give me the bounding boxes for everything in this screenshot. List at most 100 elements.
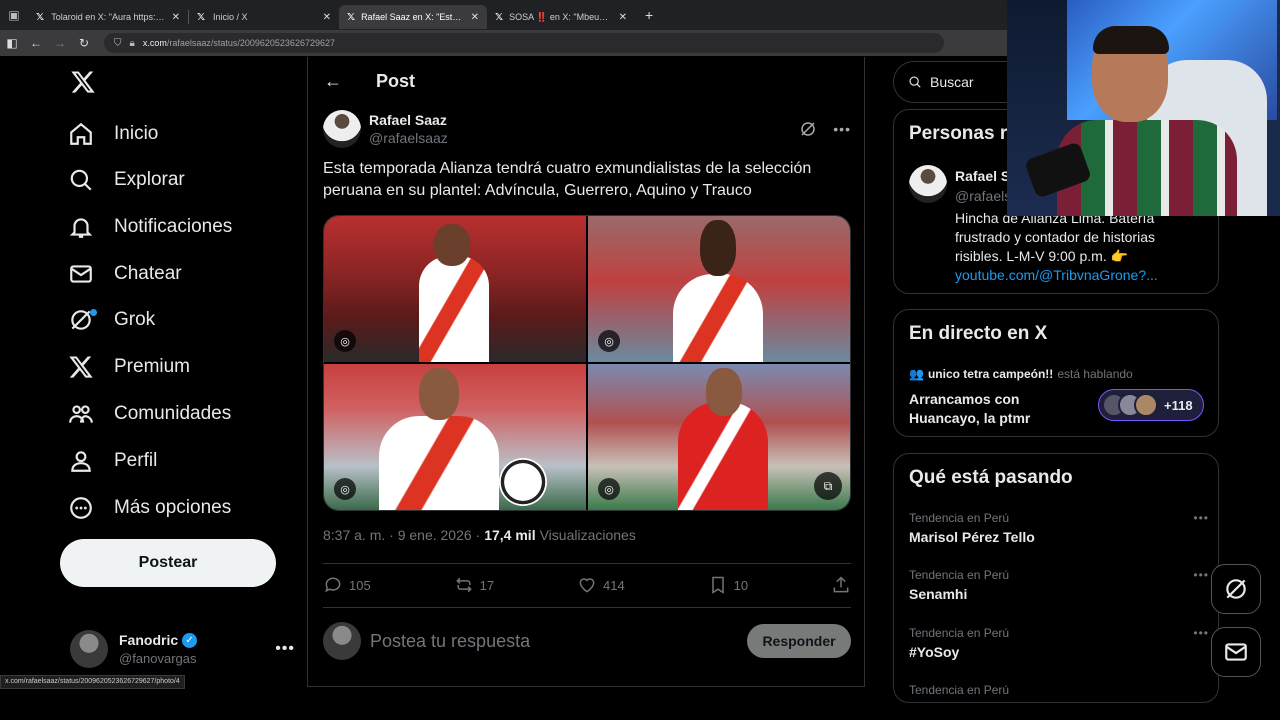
repost-button[interactable]: 17 — [454, 575, 494, 595]
reply-input[interactable]: Postea tu respuesta — [370, 631, 530, 652]
nav-item-perfil[interactable]: Perfil — [66, 441, 157, 481]
post-photo-3[interactable]: ◎ — [324, 364, 586, 510]
more-icon[interactable]: ••• — [1193, 568, 1209, 582]
bookmark-count: 10 — [733, 577, 749, 593]
browser-tab-active[interactable]: 𝕏 Rafael Saaz en X: "Esta tempora ✕ — [339, 5, 487, 29]
trend-item[interactable]: Tendencia en Perú #YoSoy ••• — [909, 626, 1209, 660]
page-title: Post — [376, 70, 416, 91]
grok-floating-button[interactable] — [1211, 564, 1261, 614]
more-icon[interactable]: ••• — [1193, 626, 1209, 640]
related-handle[interactable]: @rafaels — [955, 188, 1011, 204]
heart-icon — [579, 578, 595, 593]
nav-item-inicio[interactable]: Inicio — [66, 114, 158, 154]
trend-context: Tendencia en Perú — [909, 511, 1010, 525]
author-name[interactable]: Rafael Saaz — [369, 112, 448, 128]
reply-submit-button[interactable]: Responder — [747, 624, 851, 658]
close-icon[interactable]: ✕ — [323, 12, 331, 23]
browser-tab[interactable]: 𝕏 Tolaroid en X: "Aura https://t.co ✕ — [28, 5, 188, 29]
repost-icon — [455, 577, 472, 593]
new-tab-icon[interactable]: + — [645, 7, 653, 23]
avatar[interactable] — [909, 165, 947, 203]
post-button[interactable]: Postear — [60, 539, 276, 587]
grok-icon — [1226, 579, 1246, 599]
author-avatar[interactable] — [323, 110, 361, 148]
nav-item-comunidades[interactable]: Comunidades — [66, 394, 231, 434]
post-timestamp[interactable]: 8:37 a. m. · 9 ene. 2026 · — [323, 527, 480, 543]
main-column: ← Post Rafael Saaz @rafaelsaaz ••• Esta … — [307, 57, 865, 687]
alt-text-icon[interactable]: ◎ — [598, 478, 620, 500]
like-button[interactable]: 414 — [577, 575, 625, 595]
space-title: Arrancamos con Huancayo, la ptmr — [909, 391, 1031, 426]
views-label: Visualizaciones — [539, 527, 636, 543]
player-figure — [419, 256, 489, 362]
related-name[interactable]: Rafael S — [955, 168, 1010, 184]
share-icon — [833, 576, 849, 593]
nav-item-premium[interactable]: Premium — [66, 347, 190, 387]
more-icon[interactable]: ••• — [833, 121, 851, 137]
trend-name: #YoSoy — [909, 644, 960, 660]
post-photo-1[interactable]: ◎ — [324, 216, 586, 362]
nav-item-chatear[interactable]: Chatear — [66, 254, 182, 294]
post-text: Esta temporada Alianza tendrá cuatro exm… — [323, 160, 812, 199]
bookmark-button[interactable]: 10 — [708, 575, 748, 595]
close-icon[interactable]: ✕ — [619, 12, 627, 23]
listeners-pill[interactable]: +118 — [1098, 389, 1204, 421]
page-header: ← Post — [308, 57, 864, 105]
nav-item-mas-opciones[interactable]: Más opciones — [66, 488, 231, 528]
alt-text-icon[interactable]: ◎ — [334, 330, 356, 352]
more-icon[interactable]: ••• — [1193, 511, 1209, 525]
forward-icon[interactable]: → — [48, 36, 72, 50]
author-handle[interactable]: @rafaelsaaz — [369, 130, 448, 146]
url-input[interactable]: ⛉ 🔒︎ x.com/rafaelsaaz/status/20096205236… — [104, 33, 944, 53]
messages-floating-button[interactable] — [1211, 627, 1261, 677]
live-spaces-card[interactable]: En directo en X 👥 unico tetra campeón!! … — [893, 309, 1219, 437]
grok-icon — [66, 305, 97, 335]
x-favicon-icon: 𝕏 — [197, 11, 206, 23]
tab-actions-icon[interactable]: ▣ — [0, 0, 28, 30]
nav-item-notificaciones[interactable]: Notificaciones — [66, 207, 232, 247]
trend-item[interactable]: Tendencia en Perú — [909, 683, 1209, 695]
left-sidebar: Inicio Explorar Notificaciones Chatear G… — [0, 57, 307, 720]
back-icon[interactable]: ← — [24, 36, 48, 50]
trend-name: Marisol Pérez Tello — [909, 529, 1035, 545]
more-icon[interactable]: ••• — [275, 640, 295, 658]
post-photo-2[interactable]: ◎ — [588, 216, 850, 362]
post-actions: 105 17 414 10 — [323, 563, 851, 607]
share-button[interactable] — [831, 575, 851, 595]
football — [499, 458, 547, 506]
close-icon[interactable]: ✕ — [471, 12, 479, 23]
trend-item[interactable]: Tendencia en Perú Senamhi ••• — [909, 568, 1209, 602]
reply-count: 105 — [349, 577, 371, 593]
close-icon[interactable]: ✕ — [172, 12, 180, 23]
listener-count: +118 — [1164, 397, 1193, 413]
trend-item[interactable]: Tendencia en Perú Marisol Pérez Tello ••… — [909, 511, 1209, 545]
card-title: En directo en X — [909, 323, 1048, 344]
edit-image-icon[interactable]: ⧉ — [814, 472, 842, 500]
trend-name: Senamhi — [909, 586, 968, 602]
browser-tab[interactable]: 𝕏 Inicio / X ✕ — [189, 5, 339, 29]
more-circle-icon — [66, 493, 96, 523]
alt-text-icon[interactable]: ◎ — [598, 330, 620, 352]
repost-count: 17 — [479, 577, 495, 593]
back-arrow-icon[interactable]: ← — [324, 71, 346, 92]
bio-link[interactable]: youtube.com/@TribvnaGrone?... — [955, 267, 1158, 283]
x-favicon-icon: 𝕏 — [347, 11, 356, 23]
account-switcher[interactable]: Fanodric ✓ @fanovargas ••• — [70, 627, 295, 671]
tab-title: Rafael Saaz en X: "Esta tempora — [361, 12, 465, 22]
player-head — [419, 368, 459, 420]
reload-icon[interactable]: ↻ — [72, 36, 96, 50]
nav-label: Explorar — [114, 169, 185, 190]
post-photo-4[interactable]: ◎ ⧉ — [588, 364, 850, 510]
nav-item-grok[interactable]: Grok — [66, 300, 155, 340]
card-title: Qué está pasando — [909, 467, 1073, 488]
browser-tab[interactable]: 𝕏 SOSA ‼️ en X: "Mbeumo https: ✕ — [487, 5, 635, 29]
site-settings-icon[interactable]: ⛉ — [114, 38, 122, 49]
x-logo-icon[interactable] — [70, 69, 98, 97]
reply-button[interactable]: 105 — [323, 575, 371, 595]
sidebar-toggle-icon[interactable]: ◧ — [0, 36, 24, 50]
grok-icon[interactable] — [799, 120, 817, 138]
player-head — [700, 220, 736, 276]
nav-item-explorar[interactable]: Explorar — [66, 160, 185, 200]
webcam-overlay — [1007, 0, 1280, 216]
alt-text-icon[interactable]: ◎ — [334, 478, 356, 500]
